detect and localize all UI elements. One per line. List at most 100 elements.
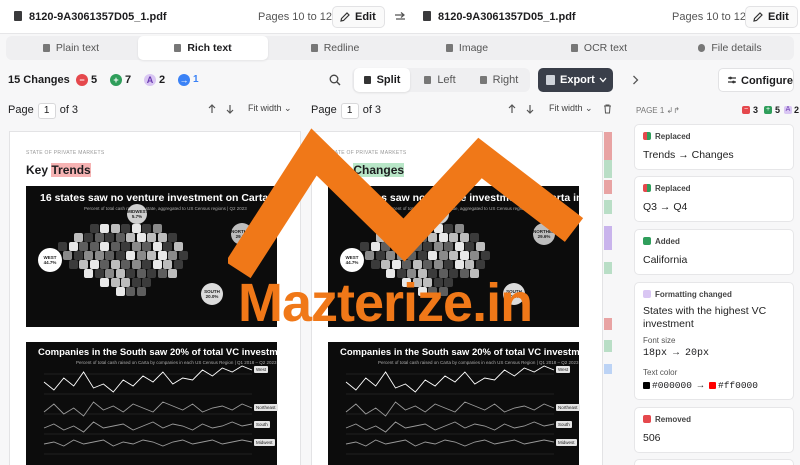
tab-label: Image (458, 42, 489, 54)
change-card-formatting[interactable]: Formatting changed States with the highe… (634, 282, 794, 400)
panel-added-count: 5 (775, 105, 781, 115)
state-hex-tile (163, 260, 172, 269)
right-zoom-select[interactable]: Fit width ⌄ (549, 103, 593, 114)
state-hex-tile (89, 224, 99, 233)
state-hex-tile (136, 287, 146, 296)
change-card-added[interactable]: Added California (634, 229, 794, 275)
right-page-input[interactable]: 1 (340, 103, 359, 119)
line-chart-plot (43, 365, 253, 455)
redline-icon (310, 44, 318, 52)
tab-rich-text[interactable]: Rich text (138, 36, 268, 60)
change-card-replaced[interactable]: Replaced Q3 → Q4 (634, 176, 794, 222)
left-edit-button[interactable]: Edit (332, 6, 385, 28)
left-page-input[interactable]: 1 (37, 103, 56, 119)
arrow-down-icon[interactable] (226, 104, 234, 114)
state-hex-tile (136, 233, 146, 242)
right-pages-range: Pages 10 to 12 (672, 11, 747, 23)
change-text: Trends → Changes (643, 149, 734, 161)
left-button[interactable]: Left (412, 68, 468, 92)
page-label: Page (8, 104, 34, 116)
change-marker-added[interactable] (604, 160, 612, 178)
link-icon: ↲↱ (666, 106, 680, 115)
formatting-icon: A (144, 74, 156, 86)
change-marker-moved[interactable] (604, 364, 612, 374)
font-size-label: Font size (643, 336, 676, 345)
added-icon: + (110, 74, 122, 86)
change-marker-removed[interactable] (604, 318, 612, 330)
change-marker-removed[interactable] (604, 132, 612, 160)
color-from: #000000 (652, 380, 692, 391)
arrow-down-icon[interactable] (526, 104, 534, 114)
chevron-right-icon[interactable] (632, 75, 639, 85)
change-type-label: Replaced (655, 132, 691, 141)
watermark-logo-mark (228, 128, 584, 279)
right-button[interactable]: Right (470, 68, 528, 92)
change-marker-removed[interactable] (604, 180, 612, 194)
page-total: of 3 (59, 104, 79, 116)
change-card-replaced[interactable]: Replaced Trends → Changes (634, 124, 794, 170)
tab-image[interactable]: Image (402, 36, 532, 60)
export-button[interactable]: Export (538, 68, 613, 92)
tab-plain-text[interactable]: Plain text (6, 36, 136, 60)
left-zoom-select[interactable]: Fit width ⌄ (248, 103, 292, 114)
color-swatch (643, 382, 650, 389)
state-hex-tile (168, 251, 177, 260)
state-hex-tile (121, 278, 130, 287)
removed-icon: − (742, 106, 750, 114)
state-hex-tile (157, 251, 167, 260)
state-hex-tile (168, 233, 177, 242)
state-hex-tile (131, 224, 141, 233)
search-icon[interactable] (329, 74, 341, 86)
configure-button[interactable]: Configure (718, 68, 794, 92)
change-text: States with the highest VC investment (643, 305, 767, 330)
change-marker-added[interactable] (604, 340, 612, 352)
tab-label: File details (711, 42, 762, 54)
state-hex-tile (110, 242, 120, 251)
series-label: Northeast (556, 404, 580, 411)
trash-icon[interactable] (603, 104, 612, 114)
right-file-name: 8120-9A3061357D05_1.pdf (438, 11, 576, 23)
panel-page-info: PAGE 1 ↲↱ (636, 106, 680, 115)
change-marker-formatting[interactable] (604, 226, 612, 250)
added-count: 7 (125, 74, 132, 86)
split-button[interactable]: Split (354, 68, 410, 92)
tab-label: Redline (323, 42, 360, 54)
change-card-removed[interactable]: Removed 506 (634, 407, 794, 453)
left-pane-icon (424, 76, 432, 84)
tab-ocr-text[interactable]: OCR text (534, 36, 664, 60)
left-file-name: 8120-9A3061357D05_1.pdf (29, 11, 167, 23)
chevron-down-icon: ⌄ (284, 103, 292, 113)
state-hex-tile (126, 269, 135, 278)
change-type: Formatting changed (643, 290, 732, 299)
split-icon (363, 76, 371, 84)
change-type: Removed (643, 415, 691, 424)
formatting-icon: A (784, 106, 792, 114)
font-size-change: 18px → 20px (643, 348, 710, 359)
right-edit-button[interactable]: Edit (745, 6, 798, 28)
tab-file-details[interactable]: File details (666, 36, 794, 60)
right-page-nav: Page 1 of 3 (311, 103, 381, 119)
color-swatch (709, 382, 717, 389)
swap-arrows-icon[interactable] (394, 12, 406, 22)
change-marker-added[interactable] (604, 262, 612, 274)
region-value: 44.7% (43, 260, 57, 265)
change-card[interactable] (634, 459, 794, 465)
state-hex-tile (131, 242, 141, 251)
left-label: Left (437, 74, 456, 86)
doc-kicker: STATE OF PRIVATE MARKETS (26, 150, 105, 156)
state-hex-tile (100, 278, 109, 287)
map-subtitle: Percent of total cash raised by state, a… (84, 206, 247, 211)
state-hex-tile (94, 251, 104, 260)
tab-label: Plain text (55, 42, 100, 54)
line-chart-figure: Companies in the South saw 20% of total … (328, 342, 594, 465)
change-text: 506 (643, 432, 661, 444)
zoom-label: Fit width (549, 103, 583, 113)
arrow-up-icon[interactable] (208, 104, 216, 114)
change-type: Replaced (643, 184, 691, 193)
state-hex-tile (121, 224, 130, 233)
moved-count: 1 (193, 74, 199, 85)
arrow-up-icon[interactable] (508, 104, 516, 114)
state-hex-tile (131, 278, 141, 287)
tab-redline[interactable]: Redline (270, 36, 400, 60)
change-marker-added[interactable] (604, 200, 612, 214)
